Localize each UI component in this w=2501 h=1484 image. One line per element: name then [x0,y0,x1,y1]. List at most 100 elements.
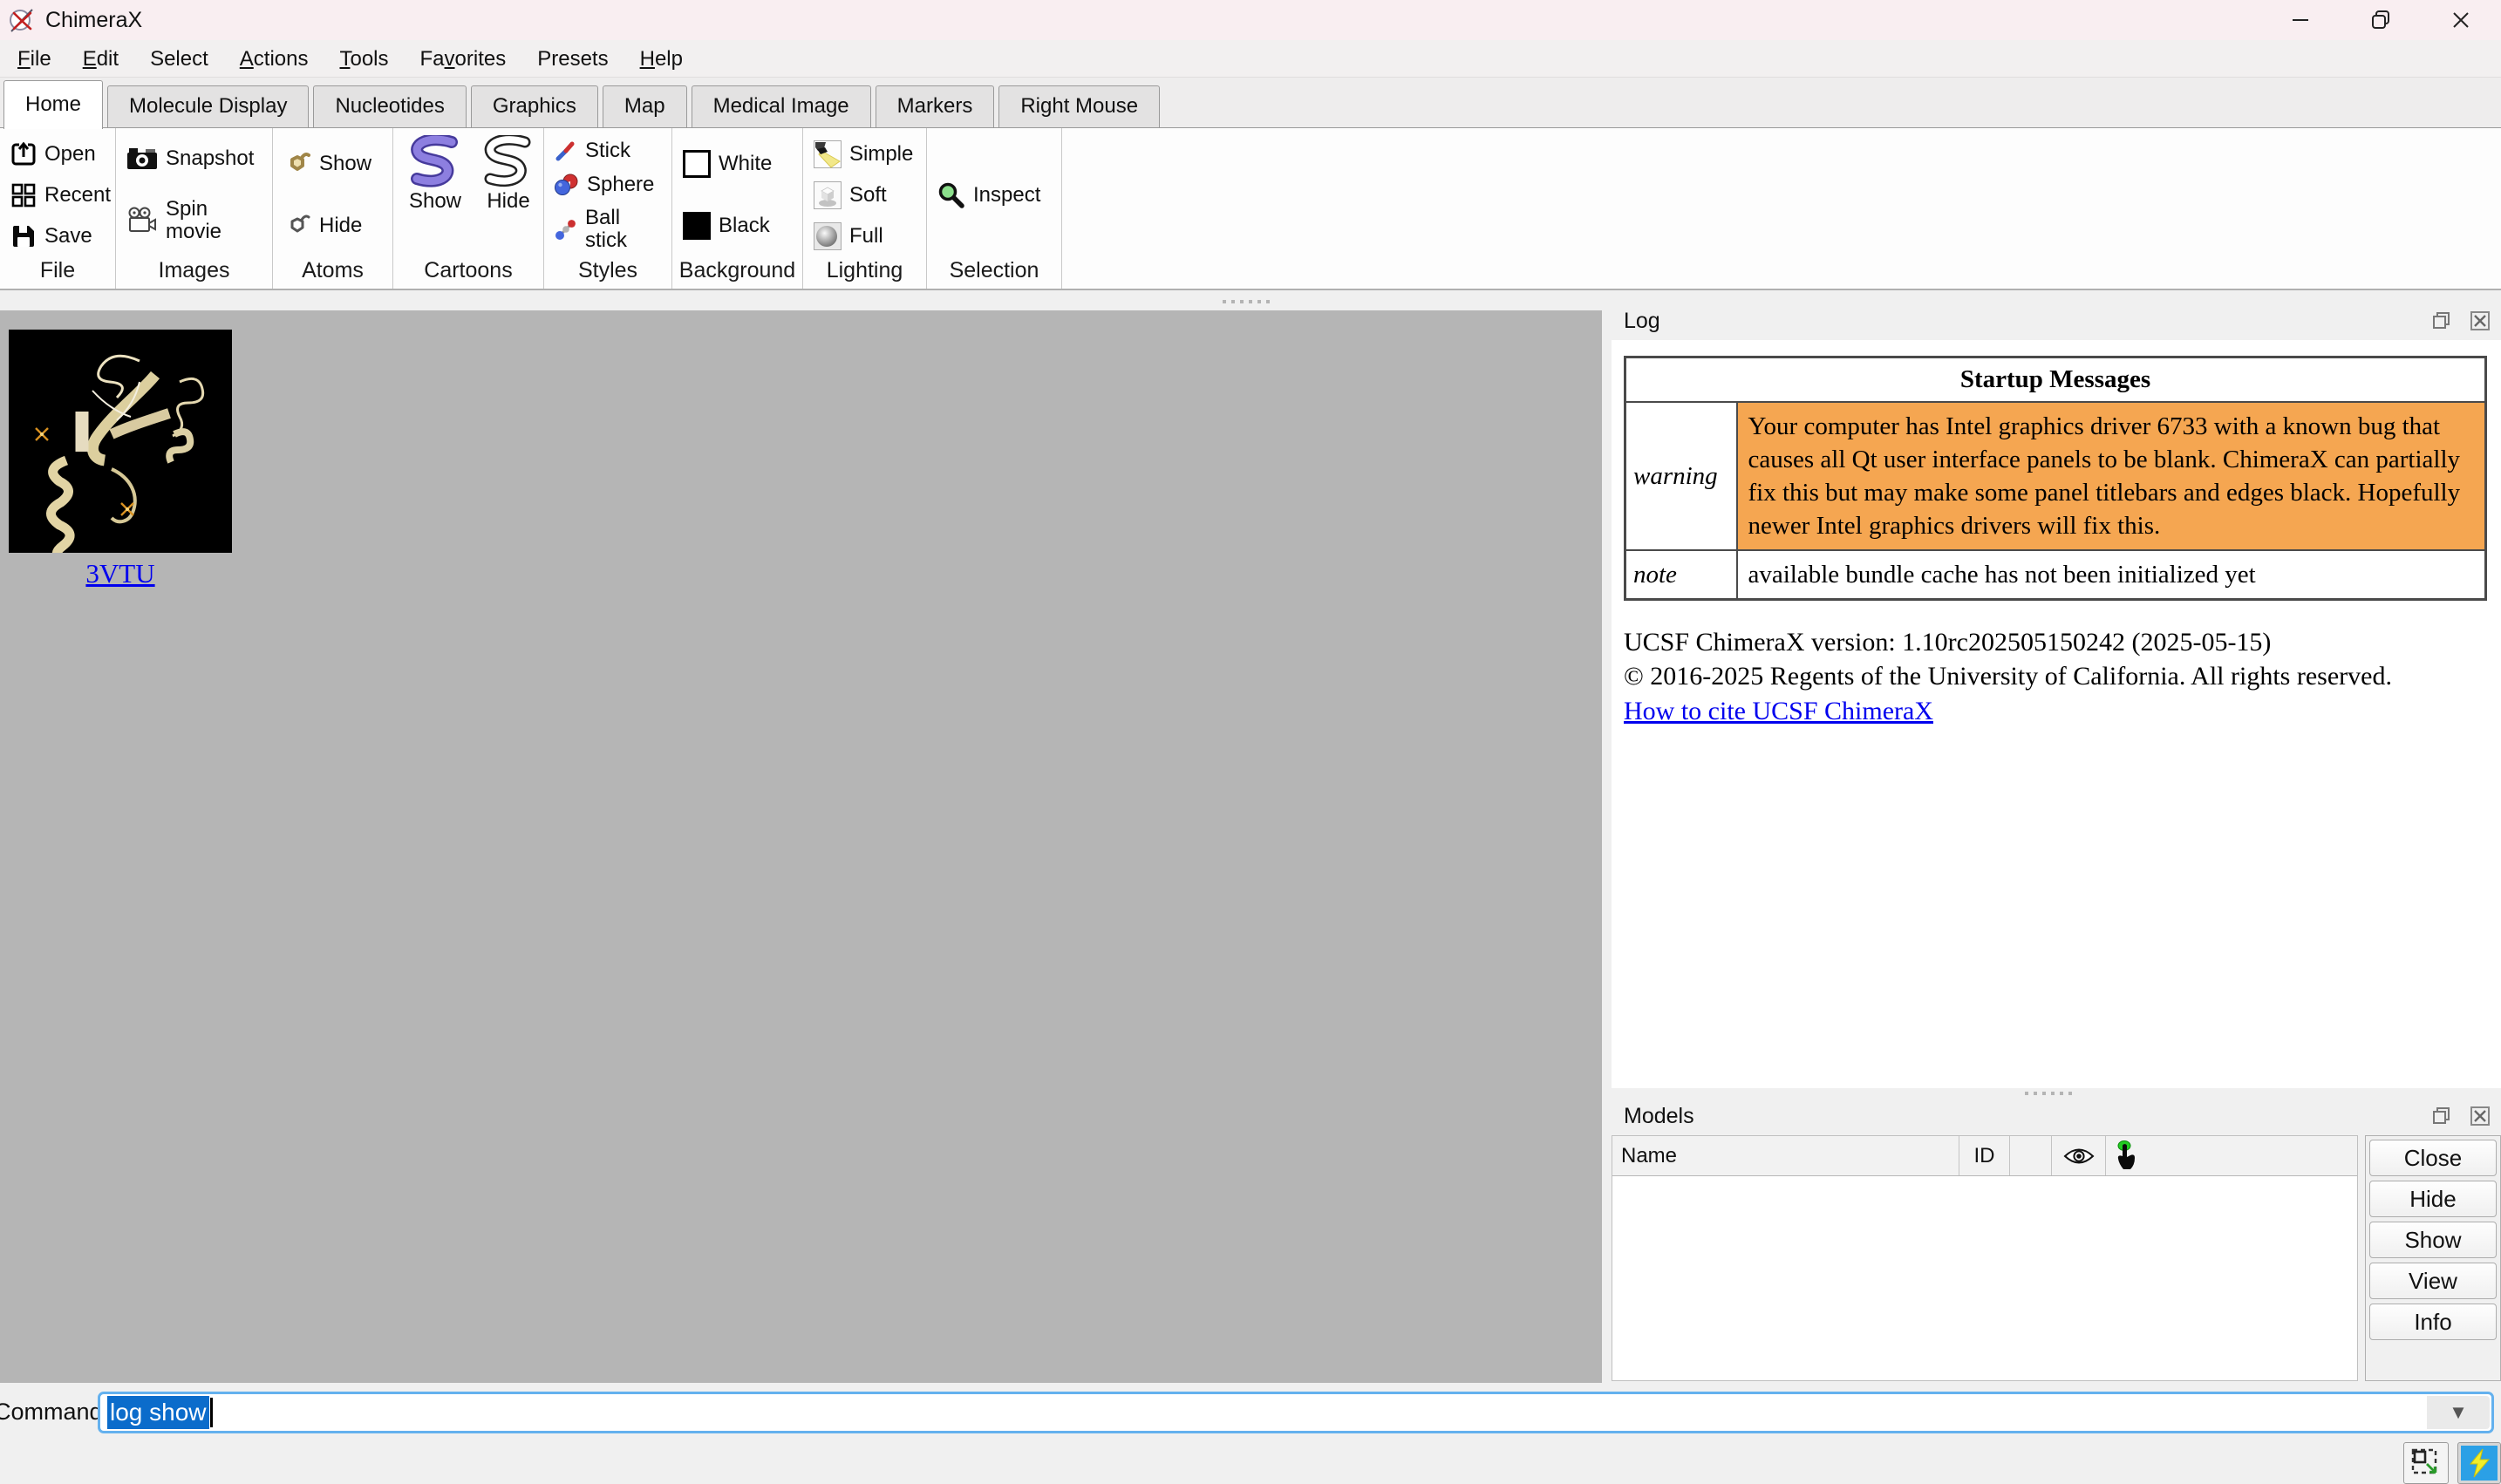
top-splitter-handle[interactable] [1223,300,1270,303]
warning-message: Your computer has Intel graphics driver … [1737,402,2486,550]
tab-markers[interactable]: Markers [876,85,995,127]
ribbon-group-file: Open Recent [0,128,116,289]
chevron-down-icon: ▼ [2449,1401,2468,1424]
log-close-button[interactable] [2468,309,2492,333]
command-selected-text: log show [107,1396,209,1429]
table-row: warning Your computer has Intel graphics… [1625,402,2486,550]
log-float-button[interactable] [2429,309,2454,333]
models-float-button[interactable] [2429,1104,2454,1128]
restore-button[interactable] [2341,0,2421,40]
models-info-button[interactable]: Info [2369,1304,2497,1340]
selection-mode-button[interactable] [2403,1442,2449,1484]
cartoons-show-button[interactable]: Show [406,135,464,214]
lightning-icon [2466,1448,2492,1478]
movie-camera-icon [126,207,158,235]
note-message: available bundle cache has not been init… [1737,550,2486,600]
menu-edit[interactable]: Edit [67,40,134,78]
app-logo-icon [7,5,37,35]
close-button[interactable] [2421,0,2501,40]
models-close-button[interactable] [2468,1104,2492,1128]
restore-icon [2369,9,2392,31]
model-thumbnail[interactable] [9,330,232,553]
tab-medical-image[interactable]: Medical Image [692,85,871,127]
command-history-dropdown[interactable]: ▼ [2427,1396,2490,1429]
tab-graphics[interactable]: Graphics [471,85,598,127]
save-button[interactable]: Save [10,223,112,249]
lighting-full-button[interactable]: Full [814,222,923,250]
menu-tools[interactable]: Tools [324,40,404,78]
sphere-style-button[interactable]: Sphere [555,173,668,197]
menu-actions[interactable]: Actions [224,40,324,78]
tab-molecule-display[interactable]: Molecule Display [107,85,309,127]
window-controls [2260,0,2501,40]
ball-stick-icon [555,218,577,241]
log-panel-content: Startup Messages warning Your computer h… [1612,340,2501,1088]
select-hand-icon [2115,1140,2137,1172]
models-show-button[interactable]: Show [2369,1222,2497,1258]
model-link[interactable]: 3VTU [9,558,232,589]
background-black-button[interactable]: Black [683,212,799,240]
models-view-button[interactable]: View [2369,1263,2497,1299]
ribbon-group-title: Lighting [803,258,926,289]
models-hide-button[interactable]: Hide [2369,1181,2497,1217]
atoms-hide-button[interactable]: Hide [283,213,389,239]
eye-icon [2063,1147,2095,1166]
table-row: note available bundle cache has not been… [1625,550,2486,600]
tab-nucleotides[interactable]: Nucleotides [313,85,466,127]
models-panel-buttons [2429,1104,2492,1128]
white-swatch-icon [683,150,711,178]
ball-stick-style-button[interactable]: Ball stick [555,207,668,252]
models-splitter-handle[interactable] [2025,1092,2072,1095]
tab-map[interactable]: Map [603,85,687,127]
graphics-viewport[interactable]: 3VTU [0,310,1602,1383]
cartoons-hide-button[interactable]: Hide [480,135,537,214]
inspect-magnifier-icon [937,181,965,209]
ribbon-group-lighting: Simple Soft [803,128,927,289]
window-title: ChimeraX [45,8,142,33]
text-caret [210,1398,213,1427]
background-white-button[interactable]: White [683,150,799,178]
recent-button[interactable]: Recent [10,182,112,208]
spin-movie-button[interactable]: Spin movie [126,198,269,243]
models-close-model-button[interactable]: Close [2369,1140,2497,1176]
column-blank [2010,1136,2052,1175]
menubar: File Edit Select Actions Tools Favorites… [0,40,2501,78]
log-panel-header: Log [1612,303,2501,338]
models-panel-title: Models [1624,1104,2429,1129]
models-action-buttons: Close Hide Show View Info [2365,1135,2501,1381]
fast-mode-button[interactable] [2457,1442,2501,1484]
lighting-simple-button[interactable]: Simple [814,140,923,168]
models-table-header: Name ID [1612,1136,2357,1176]
tab-home[interactable]: Home [3,80,103,129]
menu-presets[interactable]: Presets [521,40,624,78]
ribbon-group-title: File [0,258,115,289]
command-input[interactable]: log show ▼ [98,1392,2494,1433]
menu-file[interactable]: File [2,40,67,78]
ribbon-group-title: Styles [544,258,671,289]
tab-right-mouse[interactable]: Right Mouse [998,85,1160,127]
cartoon-show-icon [406,135,464,189]
titlebar: ChimeraX [0,0,2501,40]
black-swatch-icon [683,212,711,240]
menu-select[interactable]: Select [134,40,224,78]
lighting-soft-button[interactable]: Soft [814,181,923,209]
rect-select-icon [2409,1447,2443,1480]
open-button[interactable]: Open [10,141,112,167]
snapshot-button[interactable]: Snapshot [126,146,269,171]
startup-messages-title: Startup Messages [1625,357,2486,403]
ribbon-group-title: Selection [927,258,1061,289]
menu-favorites[interactable]: Favorites [405,40,522,78]
atoms-hide-icon [283,213,311,239]
column-name: Name [1612,1136,1959,1175]
menu-help[interactable]: Help [624,40,699,78]
atoms-show-button[interactable]: Show [283,151,389,177]
sphere-icon [555,174,579,196]
ribbon-group-images: Snapshot Spin movie Images [116,128,273,289]
ribbon-group-styles: Stick Sphere [544,128,672,289]
inspect-button[interactable]: Inspect [937,181,1058,209]
column-shown [2052,1136,2106,1175]
cite-link[interactable]: How to cite UCSF ChimeraX [1624,694,1933,728]
home-ribbon: Open Recent [0,127,2501,290]
minimize-button[interactable] [2260,0,2341,40]
stick-style-button[interactable]: Stick [555,139,668,163]
